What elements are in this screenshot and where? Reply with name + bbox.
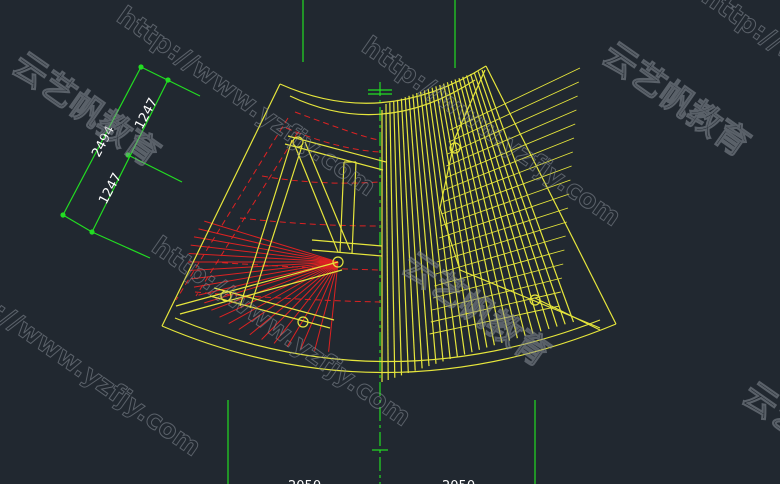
watermark-brand-2: 云艺帆教育 xyxy=(595,35,757,165)
purlin-hatch xyxy=(439,193,570,239)
watermark-brand-4: 云艺帆教育 xyxy=(735,375,780,484)
watermark-group: http://www.yzfjy.com http://www.yzfjy.co… xyxy=(0,0,780,484)
cad-drawing: 2494 1247 1247 2050 2050 xyxy=(0,0,780,484)
hidden-arc xyxy=(211,261,381,271)
rafter-line xyxy=(412,94,437,364)
rafter-line xyxy=(385,103,389,381)
rafter-line xyxy=(396,99,409,374)
rafter-line xyxy=(389,102,396,378)
purlin-hatch xyxy=(436,221,567,263)
watermark-brand-3: 云艺帆教育 xyxy=(395,245,557,375)
hidden-radial xyxy=(198,228,339,263)
hidden-arc xyxy=(239,217,381,227)
dimension-bottom-right-label: 2050 xyxy=(442,479,475,484)
hidden-radial xyxy=(190,244,339,263)
dimension-lower-label: 1247 xyxy=(96,171,125,207)
rafter-line xyxy=(393,101,403,376)
watermark-url-3: http://www.yzfjy.com xyxy=(146,231,416,433)
watermark-url-5: http://www.yzfjy.com xyxy=(0,261,206,463)
dimension-bottom-left-label: 2050 xyxy=(288,479,321,484)
cad-drawing-canvas: 2494 1247 1247 2050 2050 xyxy=(0,0,780,484)
